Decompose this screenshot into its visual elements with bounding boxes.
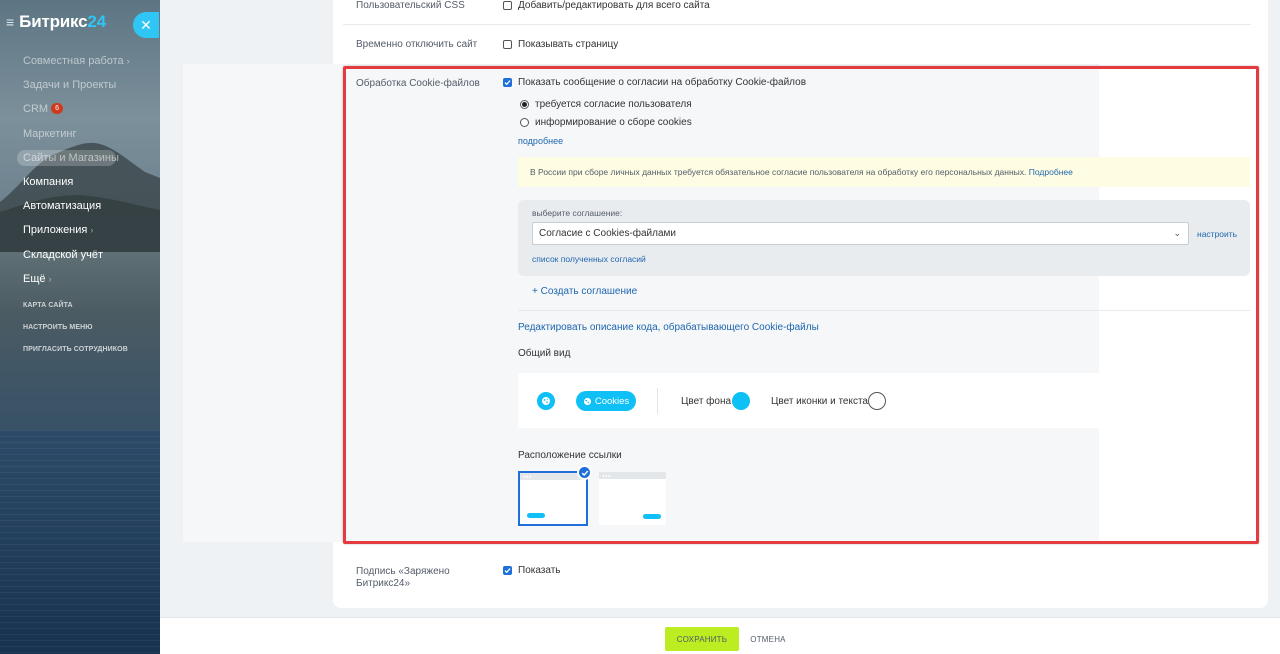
sidebar-item[interactable]: Совместная работа › xyxy=(0,49,160,73)
divider xyxy=(518,310,1250,311)
show-consent-label: Показать сообщение о согласии на обработ… xyxy=(518,77,807,88)
inform-cookies-radio[interactable] xyxy=(520,118,529,127)
custom-css-checkbox[interactable] xyxy=(503,1,512,10)
disable-site-option[interactable]: Показывать страницу xyxy=(503,39,618,50)
cookie-icon xyxy=(583,397,591,405)
custom-css-option-label: Добавить/редактировать для всего сайта xyxy=(518,0,710,11)
sidebar-item-label: Автоматизация xyxy=(23,200,102,213)
logo[interactable]: ≡ Битрикс24 xyxy=(6,12,106,32)
bg-color-label: Цвет фона xyxy=(681,396,732,407)
powered-by-option[interactable]: Показать xyxy=(503,565,561,576)
chevron-icon: › xyxy=(90,225,94,236)
close-icon: ✕ xyxy=(140,16,152,33)
sidebar-item-label: Маркетинг xyxy=(23,127,77,140)
chevron-icon: › xyxy=(126,56,130,66)
sidebar-item-label: Совместная работа xyxy=(23,55,124,67)
powered-by-checkbox[interactable] xyxy=(503,566,512,575)
cookies-pill-button[interactable]: Cookies xyxy=(576,391,636,411)
divider xyxy=(343,24,1251,25)
sidebar-item-label: Приложения xyxy=(23,224,88,237)
sidebar-item-label: Задачи и Проекты xyxy=(23,79,117,92)
russia-notice: В России при сборе личных данных требует… xyxy=(518,157,1250,187)
sidebar-menu: Совместная работа › Задачи и Проекты CRM 6 Ма… xyxy=(0,49,160,291)
show-consent-checkbox[interactable] xyxy=(503,78,512,87)
divider xyxy=(657,388,658,414)
more-info-link[interactable]: подробнее xyxy=(518,135,563,147)
sidebar-item[interactable]: Ещё › xyxy=(0,267,160,291)
cookie-processing-label: Обработка Cookie-файлов xyxy=(356,78,480,89)
icon-color-swatch[interactable] xyxy=(868,392,886,410)
notice-text: В России при сборе личных данных требует… xyxy=(530,167,1027,177)
link-position-left[interactable]: ●●● xyxy=(518,471,588,526)
sidebar-link-site-map[interactable]: КАРТА САЙТА xyxy=(23,302,158,309)
sidebar-item-label: Ещё xyxy=(23,272,46,285)
sidebar-link-invite-employees[interactable]: ПРИГЛАСИТЬ СОТРУДНИКОВ xyxy=(23,346,158,353)
cookie-settings-section xyxy=(183,64,1099,542)
sidebar-item-label: Компания xyxy=(23,175,74,188)
water-background xyxy=(0,430,160,654)
sidebar-item[interactable]: Приложения › xyxy=(0,218,160,242)
selected-check-icon xyxy=(577,465,592,480)
consent-required-label: требуется согласие пользователя xyxy=(535,99,692,110)
configure-agreement-link[interactable]: настроить xyxy=(1197,229,1237,239)
sidebar-item[interactable]: Складской учёт xyxy=(0,243,160,267)
chevron-down-icon: ⌄ xyxy=(1173,228,1181,238)
sidebar-item-label: CRM xyxy=(23,103,49,116)
chevron-icon: › xyxy=(48,273,52,284)
notice-more-link[interactable]: Подробнее xyxy=(1029,167,1073,177)
sidebar-item[interactable]: Задачи и Проекты xyxy=(0,73,160,97)
agreement-select-value: Согласие с Cookies-файлами xyxy=(539,228,677,239)
powered-by-label: Подпись «Заряжено Битрикс24» xyxy=(356,566,450,589)
sidebar-item[interactable]: Сайты и Магазины xyxy=(0,146,160,170)
sidebar-item-label: Складской учёт xyxy=(23,248,103,261)
powered-by-option-label: Показать xyxy=(518,565,561,576)
cookie-icon[interactable] xyxy=(537,392,555,410)
received-agreements-link[interactable]: список полученных согласий xyxy=(532,254,646,264)
edit-cookie-code-link[interactable]: Редактировать описание кода, обрабатываю… xyxy=(518,322,819,334)
create-agreement-link[interactable]: + Создать соглашение xyxy=(532,286,637,297)
inform-cookies-option[interactable]: информирование о сборе cookies xyxy=(520,117,692,128)
sidebar-item[interactable]: Компания xyxy=(0,170,160,194)
bg-color-swatch[interactable] xyxy=(732,392,750,410)
sidebar-item[interactable]: Маркетинг xyxy=(0,122,160,146)
menu-icon[interactable]: ≡ xyxy=(6,14,14,30)
show-consent-option[interactable]: Показать сообщение о согласии на обработ… xyxy=(503,77,806,88)
cancel-button[interactable]: ОТМЕНА xyxy=(748,627,788,651)
collapse-sidebar-button[interactable]: ✕ xyxy=(133,12,159,38)
sidebar-item-label: Сайты и Магазины xyxy=(23,151,119,164)
sidebar-item[interactable]: Автоматизация xyxy=(0,194,160,218)
logo-number: 24 xyxy=(87,12,106,31)
link-position-right[interactable]: ●●● xyxy=(599,472,666,525)
custom-css-label: Пользовательский CSS xyxy=(356,0,465,11)
consent-required-option[interactable]: требуется согласие пользователя xyxy=(520,99,692,110)
disable-site-label: Временно отключить сайт xyxy=(356,39,478,50)
general-view-label: Общий вид xyxy=(518,348,571,359)
sidebar-link-configure-menu[interactable]: НАСТРОИТЬ МЕНЮ xyxy=(23,324,158,331)
counter-badge: 6 xyxy=(51,102,63,114)
consent-required-radio[interactable] xyxy=(520,100,529,109)
agreement-label: выберите соглашение: xyxy=(532,208,623,218)
sidebar-item[interactable]: CRM 6 xyxy=(0,97,160,121)
cookies-pill-label: Cookies xyxy=(594,395,630,407)
custom-css-option[interactable]: Добавить/редактировать для всего сайта xyxy=(503,0,710,11)
link-position-label: Расположение ссылки xyxy=(518,450,622,461)
logo-text: Битрикс xyxy=(19,12,88,31)
disable-site-checkbox[interactable] xyxy=(503,40,512,49)
inform-cookies-label: информирование о сборе cookies xyxy=(535,117,692,128)
disable-site-option-label: Показывать страницу xyxy=(518,39,619,50)
icon-color-label: Цвет иконки и текста xyxy=(771,396,868,407)
save-button[interactable]: СОХРАНИТЬ xyxy=(665,627,739,651)
agreement-select[interactable]: Согласие с Cookies-файлами ⌄ xyxy=(532,222,1189,245)
